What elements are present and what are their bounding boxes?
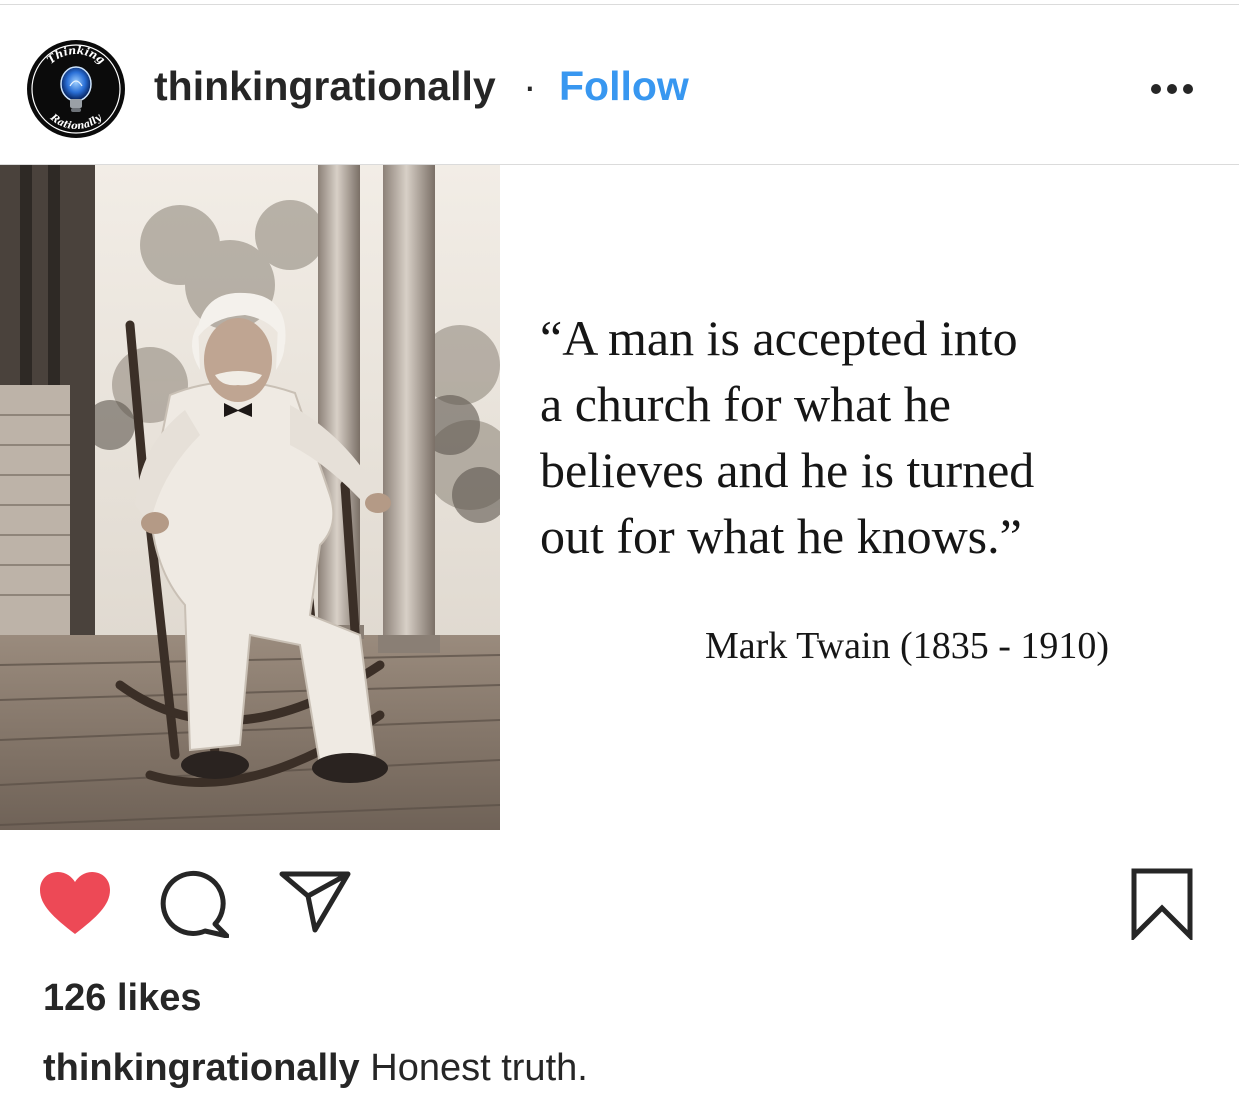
- quote-line: “A man is accepted into: [540, 310, 1018, 366]
- quote-line: out for what he knows.”: [540, 508, 1022, 564]
- like-button[interactable]: [38, 870, 112, 936]
- post-header: Thinking Rationally thinkingrationally ·…: [0, 5, 1239, 165]
- avatar[interactable]: Thinking Rationally: [27, 40, 125, 138]
- post-username[interactable]: thinkingrationally: [154, 61, 496, 111]
- quote-text: “A man is accepted into a church for wha…: [540, 305, 1220, 569]
- post-caption: thinkingrationally Honest truth.: [43, 1044, 588, 1092]
- follow-button[interactable]: Follow: [559, 61, 689, 111]
- separator-dot: ·: [523, 63, 537, 109]
- save-button[interactable]: [1130, 868, 1194, 940]
- likes-count[interactable]: 126 likes: [43, 975, 201, 1021]
- post-actions: [0, 830, 1239, 970]
- portrait-photo: [0, 165, 500, 830]
- heart-filled-icon: [40, 872, 110, 934]
- quote-line: believes and he is turned: [540, 442, 1035, 498]
- caption-text: Honest truth.: [359, 1047, 588, 1089]
- bookmark-icon: [1131, 868, 1193, 940]
- more-horizontal-icon: [1151, 84, 1193, 94]
- comment-icon: [160, 871, 229, 938]
- man-in-rocking-chair-photo: [0, 165, 500, 830]
- comment-button[interactable]: [157, 870, 229, 938]
- share-icon: [279, 871, 351, 933]
- more-options-button[interactable]: [1146, 77, 1198, 101]
- share-button[interactable]: [279, 870, 351, 934]
- post-image[interactable]: “A man is accepted into a church for wha…: [0, 165, 1239, 830]
- quote-line: a church for what he: [540, 376, 951, 432]
- quote-attribution: Mark Twain (1835 - 1910): [705, 625, 1110, 667]
- lightbulb-logo-icon: Thinking Rationally: [28, 41, 124, 137]
- caption-username[interactable]: thinkingrationally: [43, 1047, 360, 1089]
